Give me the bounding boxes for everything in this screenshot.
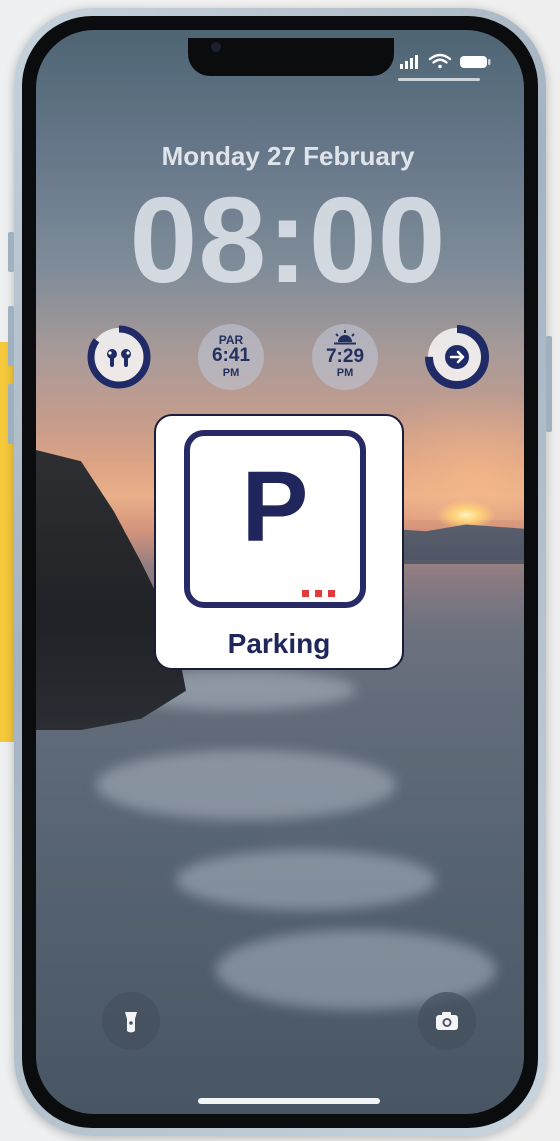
par-time-widget[interactable]: PAR 6:41 PM xyxy=(198,324,264,390)
par-time-value: 6:41 xyxy=(211,345,251,366)
signal-icon xyxy=(400,55,418,69)
sunrise-widget[interactable]: 7:29 PM xyxy=(312,324,378,390)
progress-ring xyxy=(425,325,489,389)
front-camera xyxy=(211,42,221,52)
flashlight-icon xyxy=(125,1012,137,1033)
home-indicator[interactable] xyxy=(198,1098,380,1104)
volume-up-button xyxy=(8,306,14,366)
directions-widget[interactable] xyxy=(424,324,490,390)
sunrise-time-value: 7:29 xyxy=(325,346,365,367)
parking-card[interactable]: P Parking xyxy=(154,414,404,670)
power-button xyxy=(546,336,552,432)
camera-button[interactable] xyxy=(418,992,476,1050)
par-period: PM xyxy=(222,367,240,379)
wifi-icon xyxy=(428,53,452,69)
sunrise-icon xyxy=(334,330,356,345)
status-bar-icons xyxy=(400,53,491,69)
parking-dots xyxy=(302,584,346,597)
control-center-hint[interactable] xyxy=(398,78,480,81)
lockscreen-date: Monday 27 February xyxy=(161,141,415,171)
wave-foam xyxy=(176,850,436,910)
arrow-right-icon xyxy=(445,345,469,369)
parking-label: Parking xyxy=(227,628,331,659)
parking-letter: P xyxy=(241,451,309,563)
parking-sign: P xyxy=(184,430,366,608)
airpods-battery-widget[interactable] xyxy=(86,324,152,390)
lockscreen-time: 08:00 xyxy=(129,172,447,308)
volume-down-button xyxy=(8,384,14,444)
flashlight-button[interactable] xyxy=(102,992,160,1050)
camera-icon xyxy=(436,1012,458,1030)
sunrise-period: PM xyxy=(336,367,354,379)
battery-ring xyxy=(87,325,151,389)
wave-foam xyxy=(96,750,396,820)
battery-icon xyxy=(460,56,491,68)
